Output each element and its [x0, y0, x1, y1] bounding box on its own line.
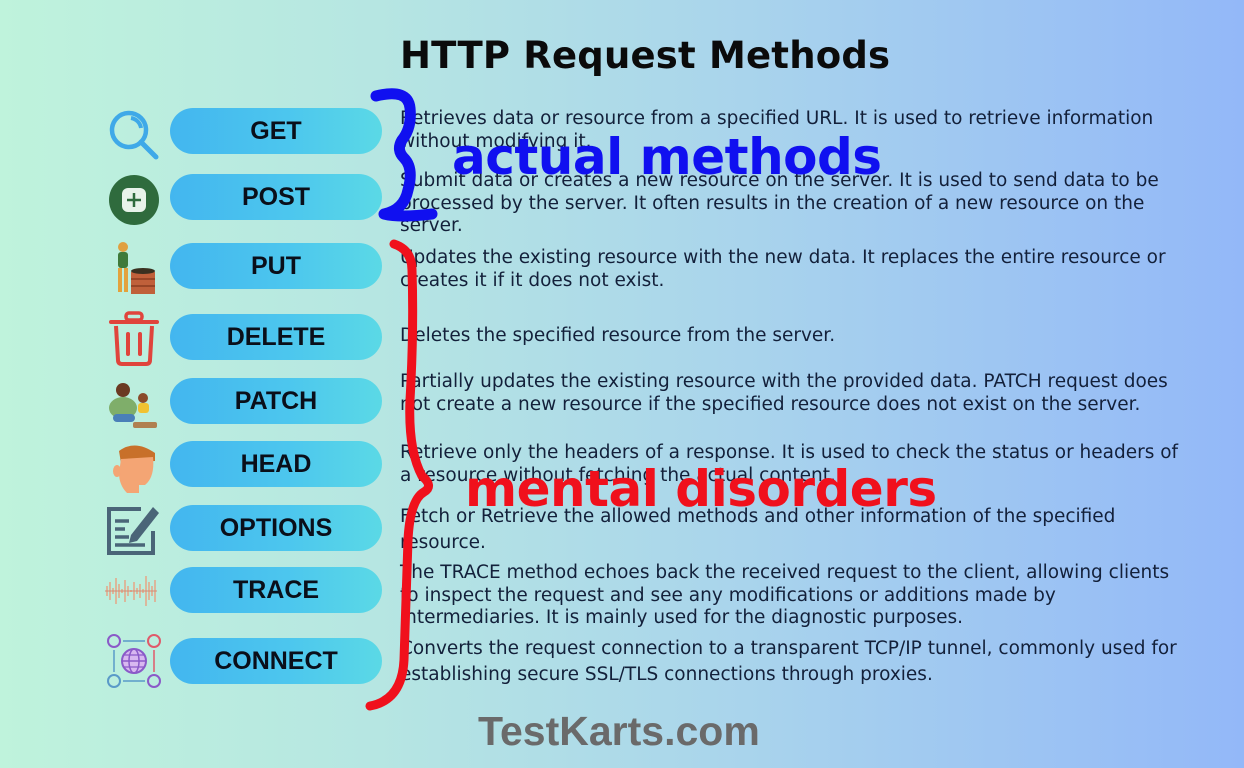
- options-method-pill: OPTIONS: [170, 505, 382, 551]
- plus-square-icon: [109, 175, 159, 225]
- post-method-pill: POST: [170, 174, 382, 220]
- put-method-pill: PUT: [170, 243, 382, 289]
- patch-description: Partially updates the existing resource …: [400, 371, 1168, 415]
- head-method-pill: HEAD: [170, 441, 382, 487]
- trace-description: The TRACE method echoes back the receive…: [400, 562, 1170, 628]
- magnifier-icon: [109, 110, 159, 160]
- delete-method-pill: DELETE: [170, 314, 382, 360]
- network-globe-icon: [107, 634, 161, 688]
- get-method-pill: GET: [170, 108, 382, 154]
- put-description: Updates the existing resource with the n…: [400, 247, 1166, 291]
- trash-icon: [109, 311, 159, 366]
- gardener-icon: [118, 242, 155, 294]
- trace-method-pill: TRACE: [170, 567, 382, 613]
- edit-document-icon: [107, 507, 159, 555]
- connect-method-pill: CONNECT: [170, 638, 382, 684]
- delete-description: Deletes the specified resource from the …: [400, 325, 836, 346]
- page-title: HTTP Request Methods: [400, 34, 891, 77]
- head-icon: [113, 445, 155, 493]
- patch-method-pill: PATCH: [170, 378, 382, 424]
- red-annotation-label: mental disorders: [465, 460, 937, 518]
- blue-annotation-label: actual methods: [452, 128, 882, 186]
- parent-child-icon: [109, 383, 157, 428]
- waveform-icon: [105, 576, 157, 606]
- connect-description: Converts the request connection to a tra…: [400, 638, 1177, 685]
- site-watermark: TestKarts.com: [478, 708, 760, 754]
